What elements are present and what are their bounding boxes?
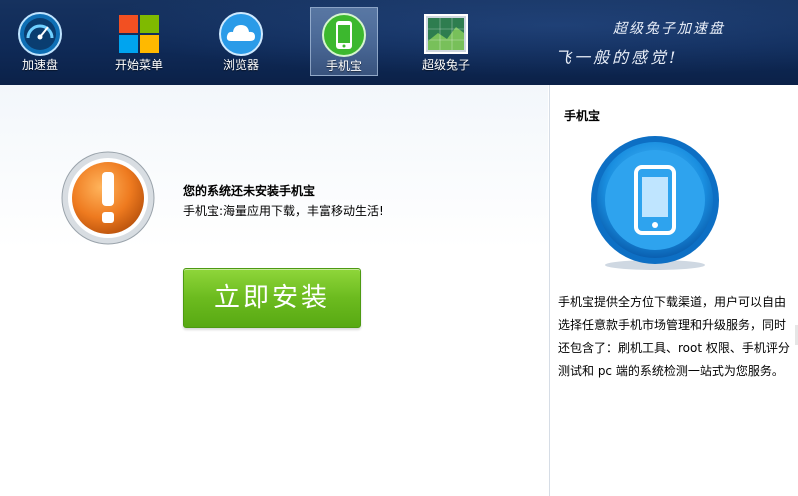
slogan-line2: 飞一般的感觉!: [555, 48, 679, 67]
warning-exclamation-icon: [61, 151, 155, 245]
nav-label: 超级兔子: [421, 58, 470, 72]
nav-item-browser[interactable]: 浏览器: [207, 7, 275, 76]
nav-item-accelerator[interactable]: 加速盘: [6, 7, 74, 76]
nav-label: 手机宝: [325, 59, 362, 73]
super-rabbit-icon: [424, 14, 468, 54]
mobile-phone-icon: [322, 13, 366, 57]
side-panel-description: 手机宝提供全方位下载渠道，用户可以自由选择任意款手机市场管理和升级服务，同时还包…: [558, 295, 790, 378]
nav-label: 加速盘: [21, 58, 58, 72]
install-now-button[interactable]: 立即安装: [183, 268, 361, 328]
top-toolbar: 加速盘 开始菜单 浏览器 手机宝 超级兔子 超级兔子加速盘 飞一般的感觉!: [0, 0, 798, 85]
slogan-line1: 超级兔子加速盘: [613, 21, 725, 37]
nav-label: 浏览器: [222, 58, 259, 72]
windows-logo-icon: [119, 15, 159, 53]
phone-treasure-logo-icon: [591, 136, 719, 270]
side-panel-title: 手机宝: [564, 109, 601, 123]
info-side-panel: 手机宝 手机宝提供全方位下载渠道，用户可以自由选择任意款手机市场管理和升级服务，…: [549, 85, 798, 496]
cloud-icon: [219, 12, 263, 56]
nav-item-start-menu[interactable]: 开始菜单: [105, 7, 173, 76]
install-message-title: 您的系统还未安装手机宝: [183, 184, 316, 198]
slogan: 超级兔子加速盘 飞一般的感觉!: [555, 14, 785, 74]
nav-item-super-rabbit[interactable]: 超级兔子: [412, 7, 480, 76]
install-message-subtitle: 手机宝:海量应用下载，丰富移动生活!: [183, 204, 384, 218]
nav-label: 开始菜单: [114, 58, 163, 72]
speed-gauge-icon: [18, 12, 62, 56]
nav-item-phone-treasure[interactable]: 手机宝: [310, 7, 378, 76]
